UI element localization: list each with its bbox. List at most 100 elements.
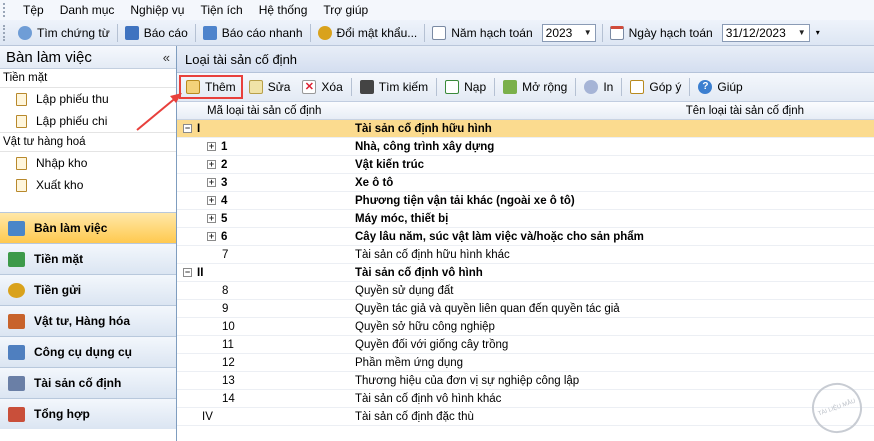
toolbar-separator [194,23,196,42]
table-row[interactable]: 12 Phần mềm ứng dụng [177,354,874,372]
nap-button[interactable]: Nạp [439,76,492,98]
bao-cao-button[interactable]: Báo cáo [120,22,193,44]
row-code-cell: − II [177,267,355,279]
row-code: 12 [222,356,235,369]
menu-tep[interactable]: Tệp [15,3,52,17]
expand-icon[interactable]: + [207,196,216,205]
row-name: Cây lâu năm, súc vật làm việc và/hoặc ch… [355,230,644,243]
table-row[interactable]: 8 Quyền sử dụng đất [177,282,874,300]
table-row[interactable]: 14 Tài sản cố định vô hình khác [177,390,874,408]
nav-tien-gui[interactable]: Tiền gửi [0,274,176,305]
row-code: 14 [222,392,235,405]
menu-he-thong[interactable]: Hệ thống [251,3,316,17]
row-code-cell: +4 [177,195,355,207]
sua-button[interactable]: Sửa [243,76,297,98]
desk-icon [8,220,25,236]
nav-tai-san-co-dinh[interactable]: Tài sản cố định [0,367,176,398]
expand-icon[interactable]: + [207,142,216,151]
expand-icon[interactable]: + [207,232,216,241]
row-code-cell: +6 [177,231,355,243]
table-row[interactable]: 11 Quyền đối với giống cây trồng [177,336,874,354]
tim-kiem-button[interactable]: Tìm kiếm [354,76,434,98]
chevron-down-icon: ▼ [797,28,806,37]
expand-icon[interactable]: + [207,214,216,223]
table-row[interactable]: +4 Phương tiện vận tải khác (ngoài xe ô t… [177,192,874,210]
table-row[interactable]: +1 Nhà, công trình xây dựng [177,138,874,156]
table-row[interactable]: +6 Cây lâu năm, súc vật làm việc và/hoặc … [177,228,874,246]
nav-ban-lam-viec[interactable]: Bàn làm việc [0,212,176,243]
table-header: Mã loại tài sản cố định Tên loại tài sản… [177,102,874,120]
page-title: Loại tài sản cố định [177,46,874,73]
in-button[interactable]: In [578,76,619,98]
table-row[interactable]: 10 Quyền sở hữu công nghiệp [177,318,874,336]
expand-icon[interactable]: + [207,178,216,187]
collapse-icon[interactable]: − [183,268,192,277]
ngay-hach-toan-select[interactable]: 31/12/2023 ▼ [721,23,810,42]
row-code: 1 [221,140,228,153]
menu-danh-muc[interactable]: Danh mục [52,3,123,17]
toolbar-separator [424,23,426,42]
row-code-cell: 11 [177,339,355,351]
table-row[interactable]: IV Tài sản cố định đặc thù [177,408,874,426]
main-toolbar: Tìm chứng từ Báo cáo Báo cáo nhanh Đổi m… [0,20,874,46]
row-code: IV [202,410,213,423]
row-code-cell: 12 [177,357,355,369]
column-header-code[interactable]: Mã loại tài sản cố định [177,105,351,117]
table-row[interactable]: 7 Tài sản cố định hữu hình khác [177,246,874,264]
gop-y-button[interactable]: Góp ý [624,76,687,98]
sidebar-item-nhap-kho[interactable]: Nhập kho [0,152,176,174]
row-name: Tài sản cố định hữu hình [355,122,492,135]
row-code: 11 [222,338,234,351]
table-row[interactable]: 9 Quyền tác giả và quyền liên quan đến qu… [177,300,874,318]
row-code: 7 [222,248,229,261]
row-name: Phần mềm ứng dụng [355,356,464,369]
table-row[interactable]: +5 Máy móc, thiết bị [177,210,874,228]
nav-list: Bàn làm việc Tiền mặt Tiền gửi Vật tư, H… [0,212,176,429]
nav-tong-hop[interactable]: Tổng hợp [0,398,176,429]
action-toolbar: Thêm Sửa ✕ Xóa Tìm kiếm Nạp Mở rộng In G… [177,73,874,102]
sidebar: Bàn làm việc « Tiền mặt Lập phiếu thu Lậ… [0,46,177,441]
row-code-cell: 10 [177,321,355,333]
ngay-hach-toan-label: Ngày hạch toán [605,22,718,44]
toolbar-overflow-icon[interactable]: ▾ [816,28,820,37]
coins-icon [8,282,25,298]
table-row[interactable]: 13 Thương hiệu của đơn vị sự nghiệp công … [177,372,874,390]
box-icon [8,313,25,329]
toolbar-separator [350,78,352,96]
row-name: Quyền sở hữu công nghiệp [355,320,495,333]
table-row[interactable]: +2 Vật kiến trúc [177,156,874,174]
table-row[interactable]: − I Tài sản cố định hữu hình [177,120,874,138]
bao-cao-nhanh-button[interactable]: Báo cáo nhanh [198,22,308,44]
sidebar-item-xuat-kho[interactable]: Xuất kho [0,174,176,196]
mo-rong-button[interactable]: Mở rộng [497,76,573,98]
menu-tro-giup[interactable]: Trợ giúp [315,3,376,17]
nam-hach-toan-select[interactable]: 2023 ▼ [541,23,596,42]
tim-chung-tu-button[interactable]: Tìm chứng từ [13,22,115,44]
binoculars-icon [359,80,374,94]
row-code-cell: 14 [177,393,355,405]
nav-vat-tu-hang-hoa[interactable]: Vật tư, Hàng hóa [0,305,176,336]
row-code-cell: − I [177,123,355,135]
column-header-name[interactable]: Tên loại tài sản cố định [351,105,874,117]
giup-button[interactable]: ? Giúp [692,76,748,98]
nam-hach-toan-label: Năm hạch toán [427,22,537,44]
table-row[interactable]: − II Tài sản cố định vô hình [177,264,874,282]
expand-icon[interactable]: + [207,160,216,169]
collapse-icon[interactable]: « [163,50,170,65]
them-button[interactable]: Thêm [179,75,243,99]
table-row[interactable]: +3 Xe ô tô [177,174,874,192]
row-name: Quyền sử dụng đất [355,284,454,297]
toolbar-grip [3,24,9,41]
row-name: Tài sản cố định đặc thù [355,410,474,423]
menu-nghiep-vu[interactable]: Nghiệp vụ [122,3,192,17]
collapse-icon[interactable]: − [183,124,192,133]
tree-table: − I Tài sản cố định hữu hình +1 Nhà, công tr… [177,120,874,426]
sidebar-item-lap-phieu-chi[interactable]: Lập phiếu chi [0,110,176,132]
menu-tien-ich[interactable]: Tiện ích [192,3,250,17]
nav-tien-mat[interactable]: Tiền mặt [0,243,176,274]
sidebar-item-lap-phieu-thu[interactable]: Lập phiếu thu [0,88,176,110]
doi-mat-khau-button[interactable]: Đổi mật khẩu... [313,22,423,44]
xoa-button[interactable]: ✕ Xóa [296,76,348,98]
menu-grip [3,3,9,17]
nav-cong-cu-dung-cu[interactable]: Công cụ dụng cụ [0,336,176,367]
